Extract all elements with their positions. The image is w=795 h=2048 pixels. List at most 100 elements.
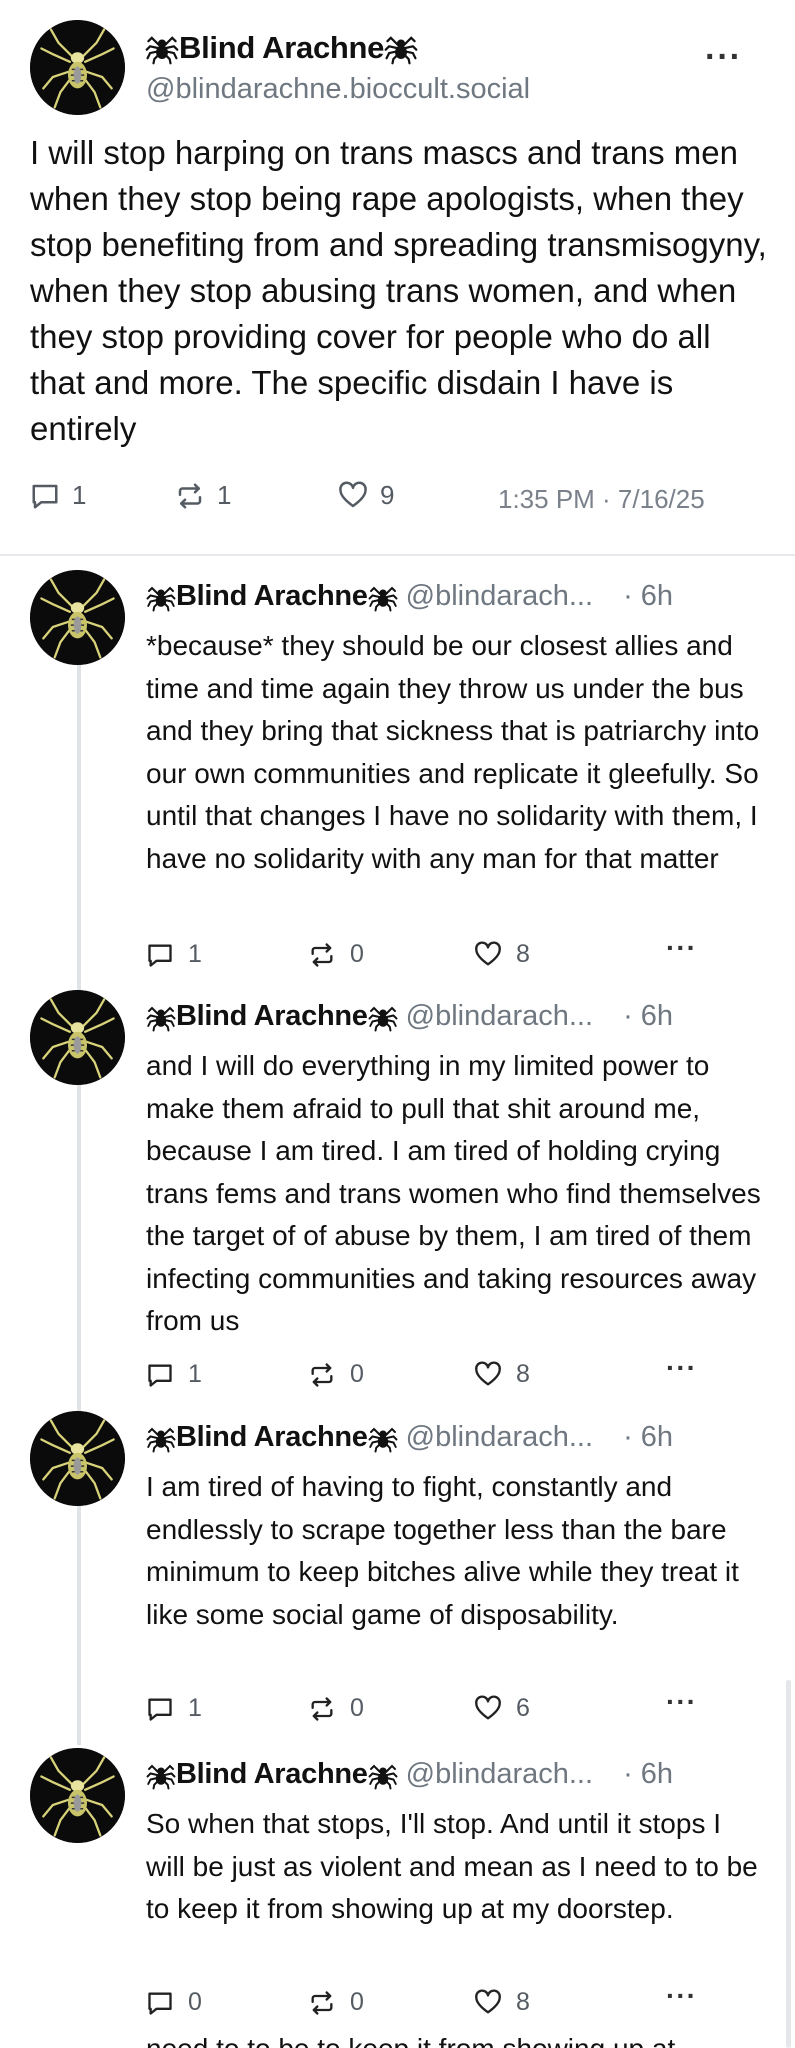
reply-icon [148, 944, 172, 967]
repost-icon [311, 1696, 333, 1721]
more-options-button[interactable]: ··· [666, 932, 697, 964]
repost-count: 0 [350, 1694, 364, 1722]
repost-count: 0 [350, 1988, 364, 2016]
reply-button[interactable]: 1 [146, 940, 202, 969]
repost-button[interactable]: 0 [308, 1988, 364, 2017]
display-name-text: Blind Arachne [179, 30, 385, 65]
avatar[interactable] [30, 1411, 125, 1506]
spider-icon [146, 1423, 176, 1453]
like-button[interactable]: 6 [474, 1694, 530, 1723]
heart-icon [475, 1695, 501, 1719]
reply-header: Blind Arachne @blindarach... · 6h [146, 1000, 673, 1033]
reply-count: 1 [188, 1360, 202, 1388]
reply-header: Blind Arachne @blindarach... · 6h [146, 1758, 673, 1791]
author-display-name[interactable]: Blind Arachne [146, 1421, 398, 1454]
scrollbar[interactable] [786, 1680, 791, 2048]
spider-icon [146, 582, 176, 612]
reply-icon [148, 1992, 172, 2015]
author-handle[interactable]: @blindarach... [406, 580, 593, 613]
post-time[interactable]: · 6h [623, 1758, 673, 1791]
post-actions: 1 0 6 [146, 1694, 706, 1730]
post-actions: 1 0 8 [146, 1360, 706, 1396]
like-count: 9 [380, 480, 395, 510]
reply-icon [148, 1364, 172, 1387]
spider-icon [145, 31, 179, 65]
more-options-button[interactable]: ··· [666, 1686, 697, 1718]
thread-line [77, 660, 81, 1745]
more-options-button[interactable]: ··· [666, 1352, 697, 1384]
spider-icon [368, 1002, 398, 1032]
like-count: 8 [516, 940, 530, 968]
reply-icon [148, 1698, 172, 1721]
repost-count: 0 [350, 1360, 364, 1388]
author-display-name[interactable]: Blind Arachne [146, 1758, 398, 1791]
spider-icon [368, 1423, 398, 1453]
spider-icon [146, 1002, 176, 1032]
author-handle[interactable]: @blindarach... [406, 1000, 593, 1033]
like-count: 6 [516, 1694, 530, 1722]
author-display-name[interactable]: Blind Arachne [145, 30, 418, 66]
reply-button[interactable]: 1 [146, 1360, 202, 1389]
spider-avatar-icon [30, 1411, 125, 1506]
more-options-button[interactable]: ··· [705, 38, 742, 77]
avatar[interactable] [30, 990, 125, 1085]
reply-button[interactable]: 1 [146, 1694, 202, 1723]
like-count: 8 [516, 1360, 530, 1388]
spider-avatar-icon [30, 1748, 125, 1843]
display-name-text: Blind Arachne [176, 580, 368, 612]
reply-button[interactable]: 0 [146, 1988, 202, 2017]
like-button[interactable]: 8 [474, 1988, 530, 2017]
post-text: *because* they should be our closest all… [146, 630, 760, 874]
repost-icon [311, 942, 333, 967]
repost-button[interactable]: 0 [308, 1694, 364, 1723]
reply-button[interactable]: 1 [30, 480, 86, 511]
post-time[interactable]: · 6h [623, 1421, 673, 1454]
post-timestamp[interactable]: 1:35 PM · 7/16/25 [498, 484, 705, 515]
reply-header: Blind Arachne @blindarach... · 6h [146, 1421, 673, 1454]
reply-count: 0 [188, 1988, 202, 2016]
spider-icon [384, 31, 418, 65]
spider-avatar-icon [30, 570, 125, 665]
repost-icon [178, 483, 202, 508]
repost-count: 0 [350, 940, 364, 968]
like-button[interactable]: 8 [474, 1360, 530, 1389]
reply-header: Blind Arachne @blindarach... · 6h [146, 580, 673, 613]
reply-count: 1 [188, 940, 202, 968]
repost-icon [311, 1362, 333, 1387]
avatar[interactable] [30, 1748, 125, 1843]
repost-count: 1 [217, 480, 232, 510]
author-handle[interactable]: @blindarachne.bioccult.social [146, 73, 530, 106]
heart-icon [475, 1361, 501, 1385]
heart-icon [475, 941, 501, 965]
post-time[interactable]: · 6h [623, 580, 673, 613]
post-time[interactable]: · 6h [623, 1000, 673, 1033]
author-display-name[interactable]: Blind Arachne [146, 580, 398, 613]
spider-icon [368, 582, 398, 612]
repost-button[interactable]: 0 [308, 1360, 364, 1389]
spider-avatar-icon [30, 990, 125, 1085]
heart-icon [339, 481, 367, 507]
like-count: 8 [516, 1988, 530, 2016]
spider-icon [146, 1760, 176, 1790]
spider-avatar-icon [30, 20, 125, 115]
display-name-text: Blind Arachne [176, 1758, 368, 1790]
author-display-name[interactable]: Blind Arachne [146, 1000, 398, 1033]
reply-count: 1 [72, 480, 87, 510]
display-name-text: Blind Arachne [176, 1421, 368, 1453]
display-name-text: Blind Arachne [176, 1000, 368, 1032]
spider-icon [368, 1760, 398, 1790]
author-handle[interactable]: @blindarach... [406, 1758, 593, 1791]
avatar[interactable] [30, 20, 125, 115]
repost-icon [311, 1990, 333, 2015]
repost-button[interactable]: 0 [308, 940, 364, 969]
author-handle[interactable]: @blindarach... [406, 1421, 593, 1454]
like-button[interactable]: 9 [338, 480, 394, 511]
reply-icon [32, 484, 58, 508]
more-options-button[interactable]: ··· [666, 1980, 697, 2012]
reply-count: 1 [188, 1694, 202, 1722]
avatar[interactable] [30, 570, 125, 665]
heart-icon [475, 1989, 501, 2013]
repost-button[interactable]: 1 [175, 480, 231, 511]
post-actions: 1 0 8 [146, 940, 706, 976]
like-button[interactable]: 8 [474, 940, 530, 969]
